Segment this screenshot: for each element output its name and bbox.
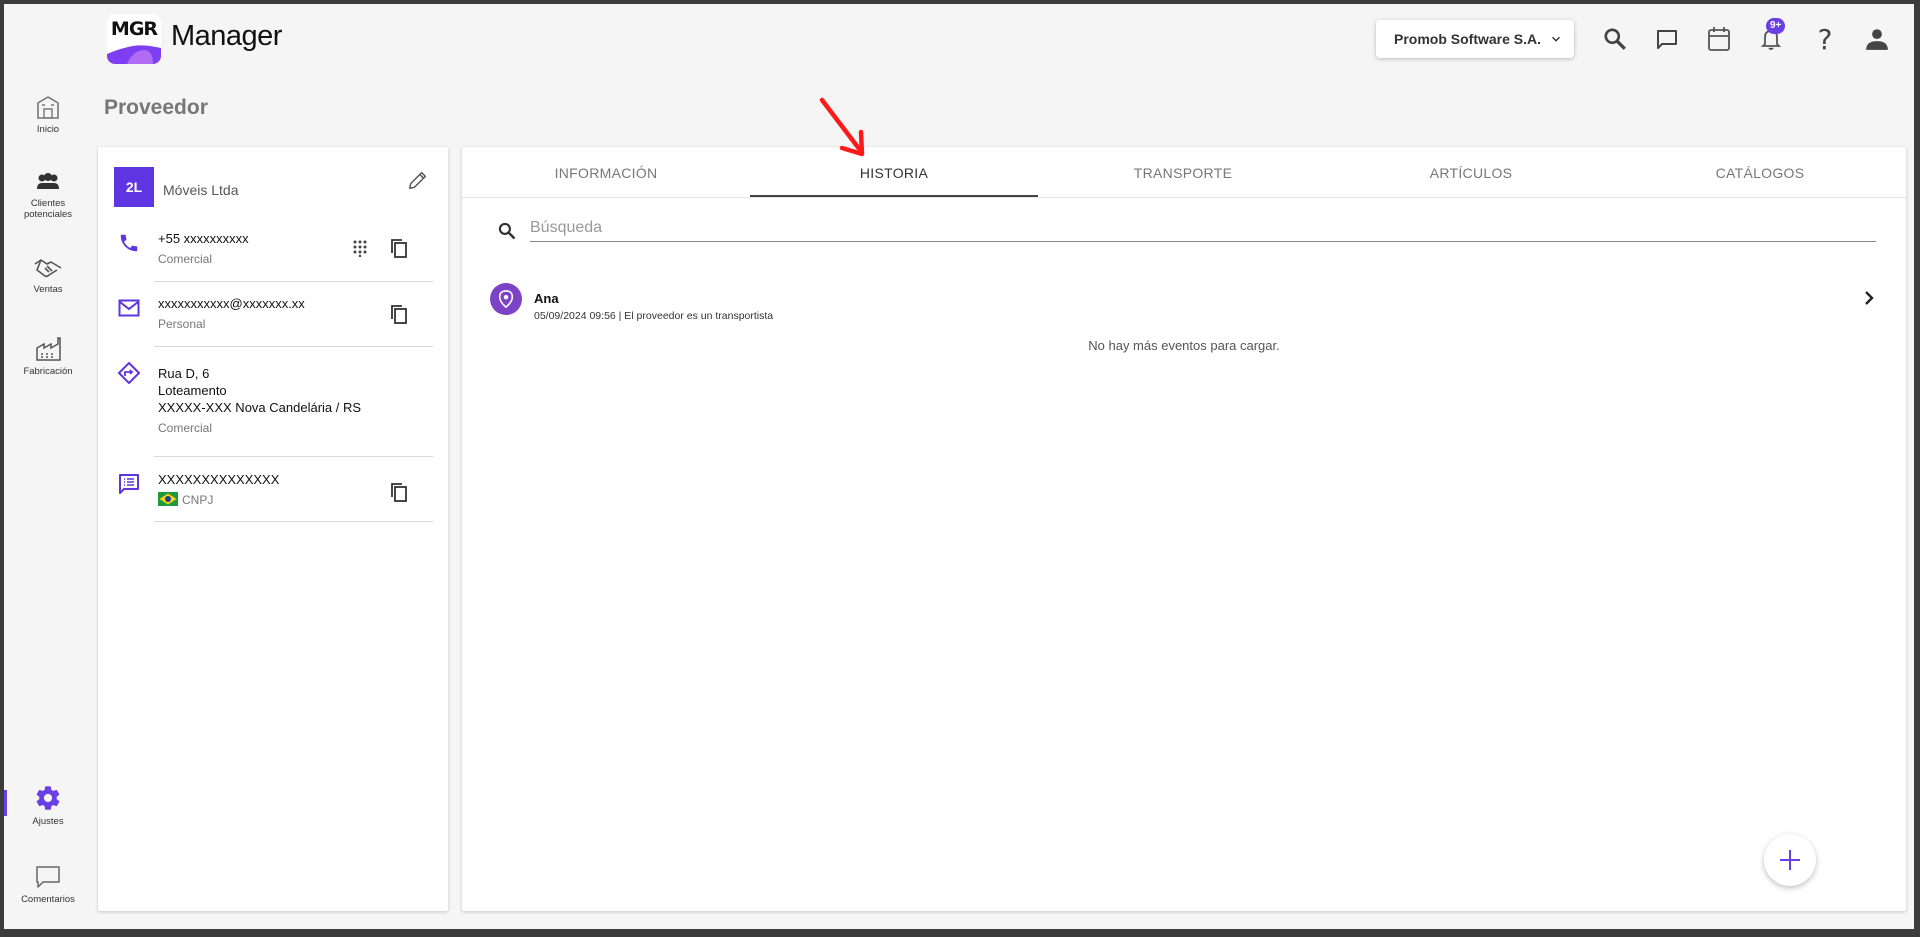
copy-icon[interactable] [387, 302, 411, 326]
address-line-3: XXXXX-XXX Nova Candelária / RS [158, 400, 362, 415]
nav-item-comentarios[interactable]: Comentarios [4, 864, 92, 905]
tab-historia[interactable]: HISTORIA [750, 148, 1038, 198]
gear-icon [36, 786, 60, 810]
page-title: Proveedor [104, 96, 208, 119]
brazil-flag-icon [158, 492, 178, 506]
plus-icon [1780, 850, 1800, 870]
account-icon[interactable] [1862, 24, 1892, 54]
event-user: Ana [534, 291, 559, 306]
nav-label: Comentarios [21, 894, 75, 905]
search-icon [494, 218, 520, 244]
top-bar: MGR Manager Promob Software S.A. 9+ ? [4, 4, 1914, 74]
nav-item-ventas[interactable]: Ventas [4, 256, 92, 295]
company-selector[interactable]: Promob Software S.A. [1376, 20, 1574, 58]
handshake-icon [34, 259, 62, 278]
calendar-icon[interactable] [1704, 24, 1734, 54]
divider [154, 346, 433, 347]
address-type: Comercial [158, 421, 213, 435]
chat-icon[interactable] [1652, 24, 1682, 54]
phone-number[interactable]: +55 xxxxxxxxxx [158, 231, 249, 246]
tab-articulos[interactable]: ARTÍCULOS [1327, 148, 1615, 198]
dialpad-icon[interactable] [348, 236, 372, 260]
copy-icon[interactable] [387, 480, 411, 504]
nav-item-ajustes[interactable]: Ajustes [4, 784, 92, 827]
app-logo[interactable]: MGR [107, 14, 161, 64]
logo-shape [107, 45, 161, 64]
chevron-right-icon[interactable] [1862, 289, 1876, 312]
side-nav: Inicio Clientes potenciales Ventas Fabri… [4, 84, 92, 924]
nav-item-inicio[interactable]: Inicio [4, 94, 92, 135]
document-type: CNPJ [182, 493, 214, 507]
document-number[interactable]: XXXXXXXXXXXXXX [158, 472, 279, 487]
divider [154, 521, 433, 522]
app-window: MGR Manager Promob Software S.A. 9+ ? In… [4, 4, 1914, 929]
address-line-1: Rua D, 6 [158, 366, 210, 381]
email-address[interactable]: xxxxxxxxxxx@xxxxxxx.xx [158, 296, 305, 311]
supplier-avatar: 2L [114, 167, 154, 207]
people-icon [37, 173, 59, 189]
add-event-button[interactable] [1764, 834, 1816, 886]
logo-text: MGR [110, 18, 158, 40]
event-meta: 05/09/2024 09:56 | El proveedor es un tr… [534, 310, 774, 322]
nav-item-fabricacion[interactable]: Fabricación [4, 336, 92, 377]
divider [154, 456, 433, 457]
mail-icon [116, 295, 142, 321]
supplier-name: Móveis Ltda [163, 182, 239, 198]
supplier-card [98, 147, 448, 911]
phone-type: Comercial [158, 252, 213, 266]
annotation-arrow [819, 97, 865, 157]
nav-label: Fabricación [23, 366, 73, 377]
document-icon [116, 471, 142, 497]
help-icon[interactable]: ? [1810, 23, 1840, 56]
location-pin-icon [490, 283, 522, 315]
nav-label: Ajustes [32, 816, 64, 827]
tab-informacion[interactable]: INFORMACIÓN [462, 148, 750, 198]
active-tab-indicator [750, 195, 1038, 197]
notification-badge: 9+ [1766, 18, 1786, 34]
search-input[interactable] [530, 214, 1876, 242]
nav-label: Ventas [33, 284, 63, 295]
factory-icon [36, 337, 61, 361]
search-bar [494, 214, 1876, 244]
tab-catalogos[interactable]: CATÁLOGOS [1616, 148, 1904, 198]
chevron-down-icon [1552, 36, 1561, 42]
phone-icon [116, 230, 142, 256]
email-type: Personal [158, 317, 206, 331]
copy-icon[interactable] [387, 236, 411, 260]
edit-icon[interactable] [404, 166, 432, 194]
app-title: Manager [171, 20, 282, 52]
tab-bar: INFORMACIÓN HISTORIA TRANSPORTE ARTÍCULO… [462, 148, 1906, 198]
building-icon [37, 96, 59, 119]
directions-icon[interactable] [116, 360, 142, 386]
search-icon[interactable] [1600, 24, 1630, 54]
nav-label: Clientes potenciales [23, 198, 73, 220]
tab-transporte[interactable]: TRANSPORTE [1039, 148, 1327, 198]
company-name: Promob Software S.A. [1394, 31, 1542, 47]
comment-icon [36, 866, 60, 888]
no-more-events-text: No hay más eventos para cargar. [1088, 338, 1280, 353]
divider [154, 281, 433, 282]
nav-item-clientes[interactable]: Clientes potenciales [4, 172, 92, 220]
history-panel [462, 147, 1906, 911]
address-line-2: Loteamento [158, 383, 227, 398]
nav-label: Inicio [36, 124, 60, 135]
